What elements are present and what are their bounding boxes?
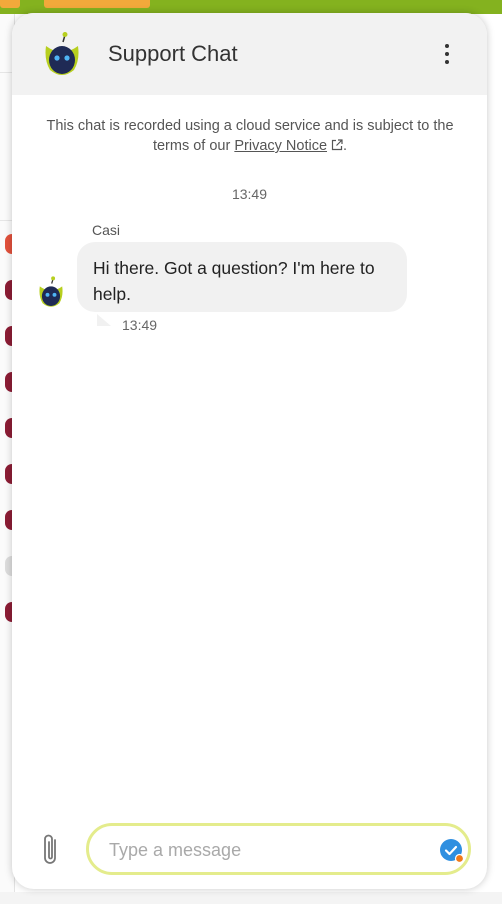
message-input-container [86, 823, 471, 875]
background-button [44, 0, 150, 8]
background-topbar [0, 0, 502, 14]
conversation-timestamp: 13:49 [231, 186, 268, 202]
chat-title: Support Chat [108, 41, 238, 66]
support-chat-widget: Support Chat This chat is recorded using… [12, 13, 487, 889]
message-time: 13:49 [122, 317, 158, 333]
privacy-notice-link[interactable]: Privacy Notice [234, 138, 327, 154]
bot-avatar-icon [39, 276, 63, 307]
more-options-button[interactable] [432, 39, 462, 69]
robot-avatar-icon [45, 32, 79, 75]
background-footer [0, 892, 502, 904]
recording-disclaimer: This chat is recorded using a cloud serv… [32, 116, 468, 156]
more-vertical-icon [445, 44, 449, 64]
message-sender: Casi [92, 222, 121, 238]
send-icon[interactable] [439, 838, 465, 864]
message-input[interactable] [107, 838, 411, 862]
disclaimer-text-end: . [343, 138, 348, 154]
message-bubble: Hi there. Got a question? I'm here to he… [77, 242, 407, 312]
paperclip-icon[interactable] [38, 832, 64, 868]
chat-header: Support Chat [12, 13, 487, 95]
background-button [0, 0, 20, 8]
message-bubble-tail [97, 314, 111, 326]
external-link-icon [331, 139, 343, 151]
